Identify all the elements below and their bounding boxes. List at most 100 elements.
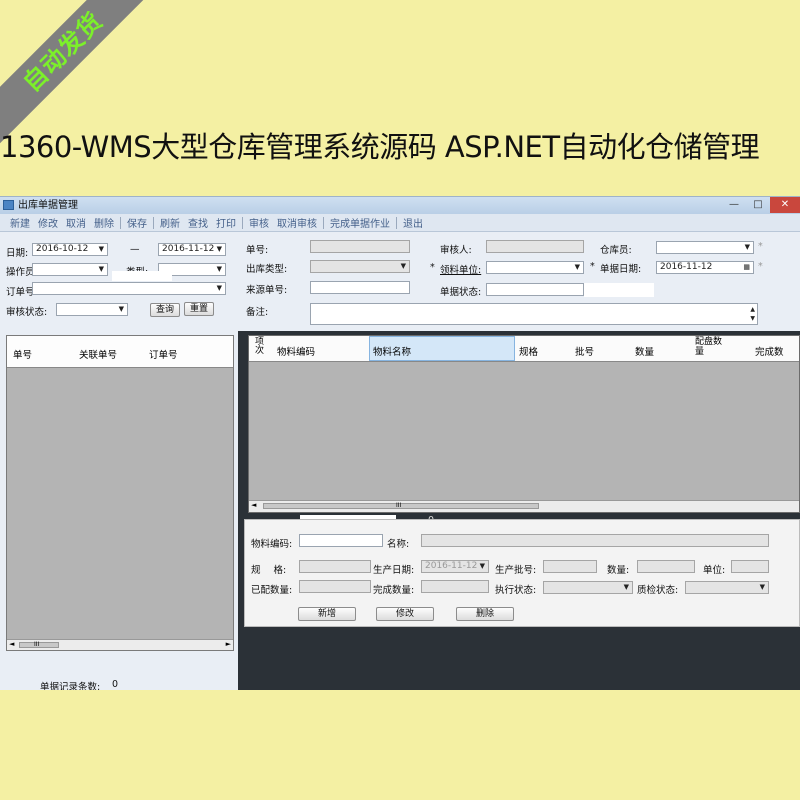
chevron-down-icon: ▼ [623, 583, 629, 591]
prod-batch-field [543, 560, 597, 573]
cancel-audit-button[interactable]: 取消审核 [273, 215, 321, 230]
col-allocated-qty[interactable]: 配盘数量 [695, 337, 725, 357]
exec-status-select[interactable]: ▼ [543, 581, 633, 594]
chevron-down-icon: ▼ [118, 305, 124, 313]
source-no-field[interactable] [310, 281, 410, 294]
audit-status-select[interactable]: ▼ [56, 303, 128, 316]
scroll-left-icon[interactable]: ◄ [9, 640, 14, 648]
material-code-input[interactable] [299, 534, 383, 547]
scroll-left-icon[interactable]: ◄ [251, 501, 256, 509]
scroll-grip: III [396, 502, 402, 509]
prod-date-field[interactable]: 2016-11-12 ▼ [421, 560, 489, 573]
horizontal-scrollbar[interactable]: ◄ III [249, 500, 799, 512]
new-button[interactable]: 新建 [6, 215, 34, 230]
spec-label: 规 格: [251, 565, 287, 576]
col-doc-no[interactable]: 单号 [13, 347, 32, 361]
out-type-label: 出库类型: [246, 264, 288, 275]
scroll-right-icon[interactable]: ► [226, 640, 231, 648]
receiver-select[interactable]: ▼ [486, 261, 584, 274]
grid-header: 单号 关联单号 订单号 [7, 336, 233, 368]
detail-delete-button[interactable]: 删除 [456, 607, 514, 621]
query-button[interactable]: 查询 [150, 303, 180, 317]
scroll-down-icon[interactable]: ▼ [750, 313, 755, 324]
order-input[interactable]: ▼ [32, 282, 226, 295]
document-list-grid[interactable]: 单号 关联单号 订单号 ◄ III ► [6, 335, 234, 651]
chevron-down-icon: ▼ [216, 245, 222, 253]
col-seq[interactable]: 项次 [255, 338, 267, 356]
close-icon[interactable]: ✕ [770, 197, 800, 213]
reviewer-field [486, 240, 584, 253]
required-mark: * [758, 261, 763, 272]
doc-date-label: 单据日期: [600, 264, 642, 275]
window-title: 出库单据管理 [18, 200, 78, 211]
required-mark: * [758, 241, 763, 252]
app-window: 出库单据管理 — □ ✕ 新建 修改 取消 删除 保存 刷新 查找 打印 审核 … [0, 196, 800, 690]
col-material-name[interactable]: 物料名称 [373, 344, 411, 358]
date-separator: — [130, 244, 140, 255]
qc-status-select[interactable]: ▼ [685, 581, 769, 594]
record-count-label: 单据记录条数: [40, 682, 101, 690]
minimize-icon[interactable]: — [722, 197, 746, 213]
audit-button[interactable]: 审核 [245, 215, 273, 230]
material-code-label: 物料编码: [251, 539, 293, 550]
detail-edit-button[interactable]: 修改 [376, 607, 434, 621]
keeper-label: 仓库员: [600, 245, 632, 256]
col-material-code[interactable]: 物料编码 [277, 344, 315, 358]
scroll-grip: III [34, 641, 40, 648]
cancel-button[interactable]: 取消 [62, 215, 90, 230]
horizontal-scrollbar[interactable]: ◄ III ► [7, 639, 233, 650]
date-to-field[interactable]: 2016-11-12 ▼ [158, 243, 226, 256]
remark-field[interactable]: ▲ ▼ [310, 303, 758, 325]
name-field [421, 534, 769, 547]
reset-button[interactable]: 重置 [184, 302, 214, 316]
date-from-field[interactable]: 2016-10-12 ▼ [32, 243, 108, 256]
item-detail-grid[interactable]: 项次 物料编码 物料名称 规格 批号 数量 配盘数量 完成数 ◄ III [248, 335, 800, 513]
scroll-thumb[interactable]: III [263, 502, 539, 509]
complete-doc-button[interactable]: 完成单据作业 [326, 215, 394, 230]
qc-status-label: 质检状态: [637, 585, 679, 596]
exec-status-label: 执行状态: [495, 585, 537, 596]
allocated-qty-label: 已配数量: [251, 585, 293, 596]
operator-select[interactable]: ▼ [32, 263, 108, 276]
delete-button[interactable]: 删除 [90, 215, 118, 230]
col-related-no[interactable]: 关联单号 [79, 347, 117, 361]
scroll-thumb[interactable]: III [19, 641, 59, 648]
name-label: 名称: [387, 539, 410, 550]
qty-field[interactable] [637, 560, 695, 573]
detail-add-button[interactable]: 新增 [298, 607, 356, 621]
app-icon [3, 200, 14, 210]
done-qty-label: 完成数量: [373, 585, 415, 596]
prod-batch-label: 生产批号: [495, 565, 537, 576]
date-to-value: 2016-11-12 [162, 244, 215, 254]
print-button[interactable]: 打印 [212, 215, 240, 230]
keeper-select[interactable]: ▼ [656, 241, 754, 254]
chevron-down-icon: ▼ [759, 583, 765, 591]
edit-button[interactable]: 修改 [34, 215, 62, 230]
toolbar-divider [242, 216, 243, 229]
save-button[interactable]: 保存 [123, 215, 151, 230]
receiver-label: 领料单位: [440, 265, 482, 276]
remark-label: 备注: [246, 307, 269, 318]
maximize-icon[interactable]: □ [746, 197, 770, 213]
doc-status-field [486, 283, 584, 296]
col-order-no[interactable]: 订单号 [149, 347, 178, 361]
find-button[interactable]: 查找 [184, 215, 212, 230]
date-label: 日期: [6, 248, 29, 259]
col-batch[interactable]: 批号 [575, 344, 594, 358]
col-spec[interactable]: 规格 [519, 344, 538, 358]
doc-date-field[interactable]: 2016-11-12 ▦ [656, 261, 754, 274]
redaction-block [584, 283, 654, 297]
date-from-value: 2016-10-12 [36, 244, 89, 254]
exit-button[interactable]: 退出 [399, 215, 427, 230]
grid-header: 项次 物料编码 物料名称 规格 批号 数量 配盘数量 完成数 [249, 336, 799, 362]
calendar-icon[interactable]: ▦ [743, 262, 750, 273]
out-type-select[interactable]: ▼ [310, 260, 410, 273]
col-qty[interactable]: 数量 [635, 344, 654, 358]
doc-date-required-mark: * [590, 261, 595, 272]
doc-status-label: 单据状态: [440, 287, 482, 298]
refresh-button[interactable]: 刷新 [156, 215, 184, 230]
col-done-qty[interactable]: 完成数 [755, 344, 784, 358]
operator-label: 操作员 [6, 267, 35, 278]
title-bar: 出库单据管理 — □ ✕ [0, 197, 800, 214]
spec-field [299, 560, 371, 573]
